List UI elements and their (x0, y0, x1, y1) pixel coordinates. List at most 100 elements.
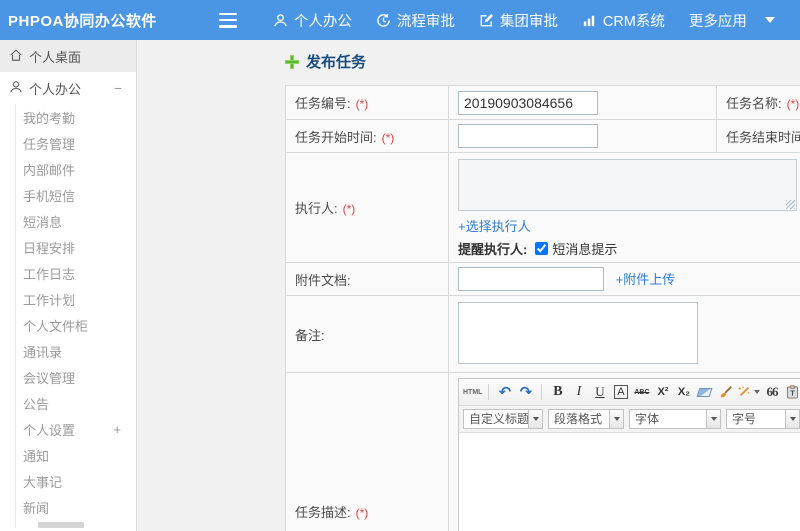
remark-cell (448, 295, 800, 373)
sidebar-item-task-management[interactable]: 任务管理 (16, 130, 136, 156)
partial-menu-item[interactable] (38, 522, 84, 528)
chevron-down-icon (528, 410, 542, 428)
required-mark: (*) (355, 97, 369, 111)
font-style-button[interactable]: A (614, 385, 628, 399)
nav-more-apps[interactable]: 更多应用 (689, 10, 775, 31)
sidebar-item-my-attendance[interactable]: 我的考勤 (16, 104, 136, 130)
blockquote-button[interactable]: 66 (762, 382, 781, 402)
toolbar-separator (541, 384, 543, 400)
bold-button[interactable]: B (548, 382, 567, 402)
top-header: PHPOA协同办公软件 个人办公 流程审批 集团审批 CRM系统 更多应用 (0, 0, 800, 40)
sidebar-item-work-log[interactable]: 工作日志 (16, 260, 136, 286)
page-title-text: 发布任务 (306, 54, 367, 71)
executor-list-box[interactable] (458, 159, 797, 211)
sidebar-submenu: 我的考勤 任务管理 内部邮件 手机短信 短消息 日程安排 工作日志 工作计划 个… (15, 104, 136, 528)
sidebar-item-meeting-management[interactable]: 会议管理 (16, 364, 136, 390)
nav-personal-office[interactable]: 个人办公 (273, 10, 352, 31)
start-time-input-cell (448, 119, 717, 153)
sms-remind-label: 短消息提示 (552, 242, 618, 257)
task-no-label-cell: 任务编号: (*) (285, 85, 449, 120)
eraser-icon (696, 387, 713, 397)
sidebar-item-personal-office[interactable]: 个人办公 − (0, 72, 136, 104)
end-time-label-cell: 任务结束时间:(*) (716, 119, 800, 153)
desc-label-cell: 任务描述: (*) (285, 372, 449, 531)
brush-icon (720, 386, 732, 398)
user-icon (273, 13, 288, 28)
sidebar-item-internal-mail[interactable]: 内部邮件 (16, 156, 136, 182)
sidebar-item-short-message[interactable]: 短消息 (16, 208, 136, 234)
clipboard-icon: T (787, 385, 799, 399)
attachment-upload-link[interactable]: +附件上传 (616, 272, 676, 287)
nav-crm-system[interactable]: CRM系统 (582, 10, 665, 31)
paragraph-format-select[interactable]: 段落格式 (548, 409, 624, 429)
svg-text:T: T (791, 389, 796, 398)
quick-format-button[interactable] (737, 382, 761, 402)
font-size-select[interactable]: 字号 (726, 409, 800, 429)
sidebar-item-personal-settings[interactable]: 个人设置 + (16, 416, 136, 442)
task-no-input-cell (448, 85, 717, 120)
sidebar-item-announcement[interactable]: 公告 (16, 390, 136, 416)
task-name-label-cell: 任务名称: (*) (716, 85, 800, 120)
format-brush-button[interactable] (716, 382, 735, 402)
remark-textarea[interactable] (458, 301, 698, 364)
add-icon (285, 54, 299, 69)
sms-remind-checkbox[interactable] (535, 242, 549, 255)
font-family-select[interactable]: 字体 (629, 409, 721, 429)
bar-chart-icon (582, 13, 597, 28)
sidebar-item-contacts[interactable]: 通讯录 (16, 338, 136, 364)
chevron-down-icon (609, 410, 623, 428)
home-icon (9, 48, 23, 65)
redo-icon[interactable]: ↷ (516, 382, 535, 402)
resize-grip[interactable] (786, 200, 795, 209)
app-window: PHPOA协同办公软件 个人办公 流程审批 集团审批 CRM系统 更多应用 个人… (0, 0, 800, 531)
process-clock-icon (376, 13, 391, 28)
sidebar-item-work-plan[interactable]: 工作计划 (16, 286, 136, 312)
executor-label-cell: 执行人: (*) (285, 152, 449, 263)
underline-button[interactable]: U (590, 382, 609, 402)
undo-icon[interactable]: ↶ (495, 382, 514, 402)
sidebar-item-news[interactable]: 新闻 (16, 494, 136, 520)
user-icon (9, 80, 23, 97)
nav-group-approval[interactable]: 集团审批 (479, 10, 558, 31)
main-content: 发布任务 任务编号:(*) 任务名称:(*) 任务开始时间:(*) 任务结束时间… (137, 40, 800, 531)
expand-icon[interactable]: + (113, 422, 121, 437)
superscript-button[interactable]: X² (653, 382, 672, 402)
sidebar-item-notice[interactable]: 通知 (16, 442, 136, 468)
start-time-label-cell: 任务开始时间: (*) (285, 119, 449, 153)
chevron-down-icon (785, 410, 799, 428)
edit-square-icon (479, 13, 494, 28)
task-no-input[interactable] (458, 90, 598, 115)
collapse-icon[interactable]: − (114, 80, 122, 96)
editor-toolbar-row2: 自定义标题 段落格式 字体 字号 (459, 406, 800, 433)
attachment-input[interactable] (458, 267, 604, 291)
editor-content-area[interactable] (459, 433, 800, 531)
sidebar-item-mobile-sms[interactable]: 手机短信 (16, 182, 136, 208)
paste-template-button[interactable]: T (783, 382, 800, 402)
strikethrough-button[interactable]: ABC (632, 382, 651, 402)
required-mark: (*) (381, 130, 395, 145)
page-title: 发布任务 (285, 51, 366, 72)
sidebar-item-schedule[interactable]: 日程安排 (16, 234, 136, 260)
app-logo[interactable]: PHPOA协同办公软件 (8, 10, 157, 31)
sidebar: 个人桌面 个人办公 − 我的考勤 任务管理 内部邮件 手机短信 短消息 日程安排… (0, 40, 137, 531)
subscript-button[interactable]: X₂ (674, 382, 693, 402)
italic-button[interactable]: I (569, 382, 588, 402)
attachment-cell: +附件上传 (448, 262, 800, 296)
chevron-down-icon (706, 410, 720, 428)
eraser-button[interactable] (695, 382, 714, 402)
nav-process-approval[interactable]: 流程审批 (376, 10, 455, 31)
executor-cell: +选择执行人 提醒执行人: 短消息提示 (448, 152, 800, 263)
sidebar-item-events[interactable]: 大事记 (16, 468, 136, 494)
menu-toggle-icon[interactable] (218, 12, 239, 28)
heading-select[interactable]: 自定义标题 (463, 409, 543, 429)
desc-editor-cell: HTML ↶ ↷ B I U A ABC X² X₂ 66 T 自定义标题 段落… (448, 372, 800, 531)
attachment-label-cell: 附件文档: (285, 262, 449, 296)
sidebar-item-personal-desktop[interactable]: 个人桌面 (0, 40, 136, 72)
start-time-input[interactable] (458, 124, 598, 148)
remark-label-cell: 备注: (285, 295, 449, 373)
rich-text-editor: HTML ↶ ↷ B I U A ABC X² X₂ 66 T 自定义标题 段落… (458, 378, 800, 531)
sidebar-item-file-cabinet[interactable]: 个人文件柜 (16, 312, 136, 338)
editor-toolbar-row1: HTML ↶ ↷ B I U A ABC X² X₂ 66 T (459, 379, 800, 406)
choose-executor-link[interactable]: +选择执行人 (458, 219, 531, 234)
html-source-button[interactable]: HTML (463, 382, 482, 402)
